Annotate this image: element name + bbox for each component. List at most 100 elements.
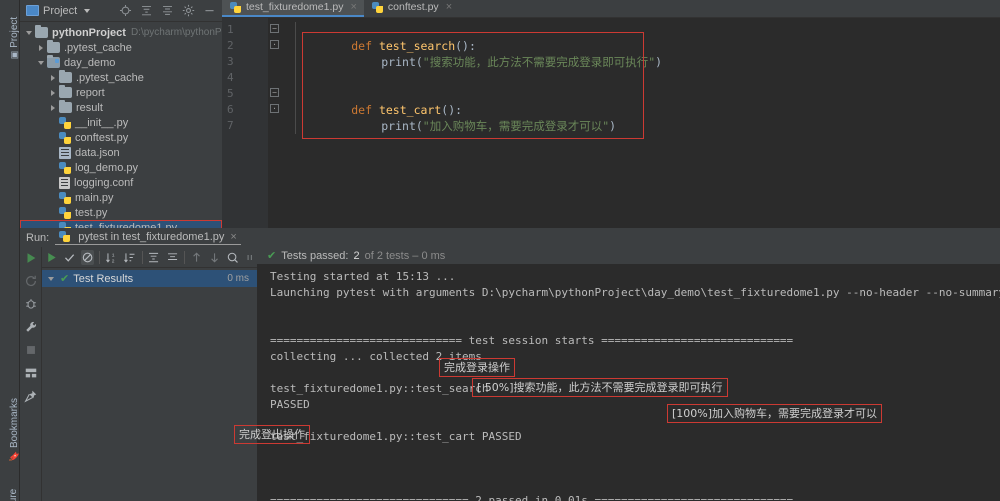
line-number: 4 <box>227 71 234 84</box>
tree-item-label: conftest.py <box>75 131 129 144</box>
show-passed-icon[interactable] <box>63 250 76 265</box>
code-editor[interactable]: 1 2 3 4 5 6 7 − def test_search(): · print… <box>222 18 1000 228</box>
tree-item-pytest_cache-inner[interactable]: .pytest_cache <box>20 70 222 85</box>
left-tool-strip: ▣ Project 🔖 Bookmarks ure <box>0 0 20 501</box>
next-failed-icon[interactable] <box>208 250 221 265</box>
test-results-duration: 0 ms <box>227 273 249 284</box>
folder-icon <box>47 40 60 53</box>
code-line-5: − def test_cart(): <box>268 86 1000 117</box>
indent-guide <box>295 22 296 134</box>
tree-item-label: __init__.py <box>75 116 129 129</box>
project-panel-header: Project <box>20 0 222 22</box>
pin-icon[interactable] <box>23 389 38 403</box>
tree-item-pytest_cache-root[interactable]: .pytest_cache <box>20 40 222 55</box>
console-line: ============================= test sessi… <box>270 334 794 347</box>
tree-item-main-py[interactable]: main.py <box>20 190 222 205</box>
chevron-down-icon[interactable] <box>84 8 91 13</box>
tab-label: conftest.py <box>387 1 439 13</box>
tests-passed-status: ✔ Tests passed: 2 of 2 tests – 0 ms <box>257 247 1000 264</box>
chevron-down-icon[interactable] <box>24 27 35 38</box>
tree-item-label: test.py <box>75 206 108 219</box>
tree-item-conftest-py[interactable]: conftest.py <box>20 130 222 145</box>
locate-icon[interactable] <box>119 4 132 17</box>
tree-item-test-py[interactable]: test.py <box>20 205 222 220</box>
project-tool-window: Project pythonProject D:\pycharm\pythonP… <box>20 0 246 235</box>
print-call: print( <box>381 55 423 69</box>
tree-item-label: log_demo.py <box>75 161 138 174</box>
tree-item-pythonProject[interactable]: pythonProject D:\pycharm\pythonProject <box>20 25 246 40</box>
chevron-right-icon[interactable] <box>36 42 47 53</box>
code-text[interactable]: − def test_search(): · print("搜索功能，此方法不需要完… <box>268 18 1000 228</box>
expand-all-icon[interactable] <box>140 4 153 17</box>
minimize-icon[interactable] <box>203 4 216 17</box>
python-file-icon <box>371 1 383 13</box>
sort-duration-icon[interactable] <box>123 250 136 265</box>
line-number: 1 <box>227 23 234 36</box>
rerun-history-icon[interactable] <box>24 274 38 288</box>
tab-test_fixturedome1-py[interactable]: test_fixturedome1.py × <box>222 0 364 17</box>
editor-gutter[interactable]: 1 2 3 4 5 6 7 <box>222 18 268 228</box>
console-line: Testing started at 15:13 ... <box>270 270 456 283</box>
console-line: test_fixturedome1.py::test_cart PASSED <box>270 430 522 443</box>
close-icon[interactable]: × <box>446 1 452 13</box>
close-icon[interactable]: × <box>230 231 236 243</box>
prev-failed-icon[interactable] <box>190 250 203 265</box>
stop-icon[interactable] <box>24 343 38 357</box>
tree-item-result[interactable]: result <box>20 100 222 115</box>
tree-item-day_demo[interactable]: day_demo <box>20 55 222 70</box>
chevron-right-icon[interactable] <box>48 87 59 98</box>
function-name: test_cart <box>378 103 442 117</box>
expand-all-icon[interactable] <box>147 250 160 265</box>
tree-item-init-py[interactable]: __init__.py <box>20 115 222 130</box>
fold-dot-icon[interactable]: · <box>270 104 279 113</box>
chevron-right-icon[interactable] <box>48 102 59 113</box>
tree-item-label: report <box>76 86 105 99</box>
settings-wrench-icon[interactable] <box>24 320 38 334</box>
chevron-down-icon[interactable] <box>46 273 57 284</box>
tool-button-structure-label: ure <box>8 488 19 501</box>
svg-text:2: 2 <box>112 258 115 264</box>
close-icon[interactable]: × <box>350 1 356 13</box>
gear-icon[interactable] <box>182 4 195 17</box>
debug-icon[interactable] <box>24 297 38 311</box>
folder-icon <box>35 25 48 38</box>
run-configuration-tab[interactable]: pytest in test_fixturedome1.py × <box>55 231 241 245</box>
sort-alphabetically-icon[interactable]: 1 2 <box>105 250 118 265</box>
editor-scrollbar[interactable] <box>989 36 1000 228</box>
tests-passed-count: 2 <box>353 249 360 262</box>
tree-item-logging-conf[interactable]: logging.conf <box>20 175 222 190</box>
keyword-def: def <box>351 39 379 53</box>
tree-item-data-json[interactable]: data.json <box>20 145 222 160</box>
tree-item-report[interactable]: report <box>20 85 222 100</box>
toolbar-separator <box>141 250 143 264</box>
fold-dot-icon[interactable]: · <box>270 40 279 49</box>
fold-minus-icon[interactable]: − <box>270 88 279 97</box>
layout-icon[interactable] <box>24 366 38 380</box>
test-results-root-row[interactable]: ✔ Test Results 0 ms <box>42 270 257 287</box>
chevron-right-icon[interactable] <box>48 72 59 83</box>
rerun-icon[interactable] <box>45 250 58 265</box>
editor-tabbar: test_fixturedome1.py × conftest.py × <box>222 0 1000 18</box>
toolbar-separator <box>99 250 101 264</box>
tree-item-label: logging.conf <box>74 176 134 189</box>
hide-ignored-icon[interactable] <box>81 249 95 265</box>
collapse-all-icon[interactable] <box>161 4 174 17</box>
project-tree: pythonProject D:\pycharm\pythonProject .… <box>20 22 246 235</box>
chevron-down-icon[interactable] <box>36 57 47 68</box>
tree-item-log_demo-py[interactable]: log_demo.py <box>20 160 222 175</box>
annotation-cart-progress: [100%]加入购物车，需要完成登录才可以 <box>667 404 883 423</box>
collapse-all-icon[interactable] <box>166 250 179 265</box>
history-icon[interactable] <box>226 250 239 265</box>
run-icon[interactable] <box>24 251 38 265</box>
fold-minus-icon[interactable]: − <box>270 24 279 33</box>
string-literal: "搜索功能，此方法不需要完成登录即可执行" <box>422 55 656 69</box>
folder-icon <box>59 85 72 98</box>
python-file-icon <box>230 1 241 13</box>
python-file-icon <box>59 206 71 219</box>
tab-conftest-py[interactable]: conftest.py × <box>364 0 459 17</box>
folder-icon <box>59 100 72 113</box>
more-icon[interactable] <box>244 250 257 265</box>
